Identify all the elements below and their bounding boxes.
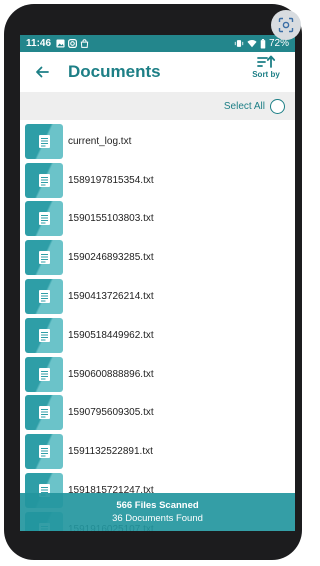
arrow-back-icon	[36, 66, 49, 78]
file-list-item[interactable]: current_log.txt	[20, 122, 295, 161]
status-bar: 11:46 72%	[20, 35, 295, 52]
file-name: 1590795609305.txt	[68, 407, 154, 419]
document-icon	[25, 123, 63, 159]
file-list-item[interactable]: 1590518449962.txt	[20, 316, 295, 355]
document-icon	[25, 395, 63, 431]
screenshot-button[interactable]	[271, 10, 301, 40]
select-all-label[interactable]: Select All	[224, 101, 265, 112]
file-list-item[interactable]: 1590246893285.txt	[20, 238, 295, 277]
document-icon	[25, 279, 63, 315]
screen: 11:46 72% Documents Sort by Select All c…	[20, 35, 295, 531]
sort-label: Sort by	[252, 70, 280, 79]
sort-button[interactable]: Sort by	[249, 55, 283, 89]
select-all-radio[interactable]	[270, 98, 285, 114]
document-icon	[25, 317, 63, 353]
vibrate-icon	[234, 40, 244, 47]
scan-summary: 566 Files Scanned 36 Documents Found	[20, 493, 295, 531]
file-list: current_log.txt 1589197815354.txt 15901551…	[20, 122, 295, 531]
sort-icon	[257, 55, 276, 68]
image-icon	[56, 39, 65, 48]
file-list-item[interactable]: 1591132522891.txt	[20, 432, 295, 471]
bag-icon	[80, 39, 89, 48]
file-name: 1591132522891.txt	[68, 446, 153, 458]
file-list-item[interactable]: 1590795609305.txt	[20, 394, 295, 433]
document-icon	[25, 356, 63, 392]
file-name: current_log.txt	[68, 135, 132, 147]
instagram-icon	[68, 39, 77, 48]
file-name: 1590600888896.txt	[68, 368, 154, 380]
lens-icon	[278, 17, 294, 33]
battery-icon	[260, 38, 266, 49]
select-bar: Select All	[20, 92, 295, 120]
documents-found: 36 Documents Found	[112, 513, 203, 524]
document-icon	[25, 162, 63, 198]
file-name: 1590518449962.txt	[68, 329, 154, 341]
document-icon	[25, 240, 63, 276]
file-name: 1589197815354.txt	[68, 174, 154, 186]
file-list-item[interactable]: 1590600888896.txt	[20, 355, 295, 394]
file-name: 1590155103803.txt	[68, 213, 154, 225]
file-name: 1590413726214.txt	[68, 291, 154, 303]
file-list-item[interactable]: 1590155103803.txt	[20, 200, 295, 239]
phone-frame: 11:46 72% Documents Sort by Select All c…	[4, 4, 302, 560]
file-list-item[interactable]: 1589197815354.txt	[20, 161, 295, 200]
page-title: Documents	[68, 62, 161, 81]
back-button[interactable]	[24, 54, 60, 90]
files-scanned: 566 Files Scanned	[116, 500, 199, 511]
file-name: 1590246893285.txt	[68, 252, 154, 264]
file-list-item[interactable]: 1590413726214.txt	[20, 277, 295, 316]
wifi-icon	[247, 40, 257, 48]
document-icon	[25, 201, 63, 237]
status-time: 11:46	[26, 38, 52, 49]
document-icon	[25, 434, 63, 470]
app-bar: Documents Sort by	[20, 52, 295, 92]
